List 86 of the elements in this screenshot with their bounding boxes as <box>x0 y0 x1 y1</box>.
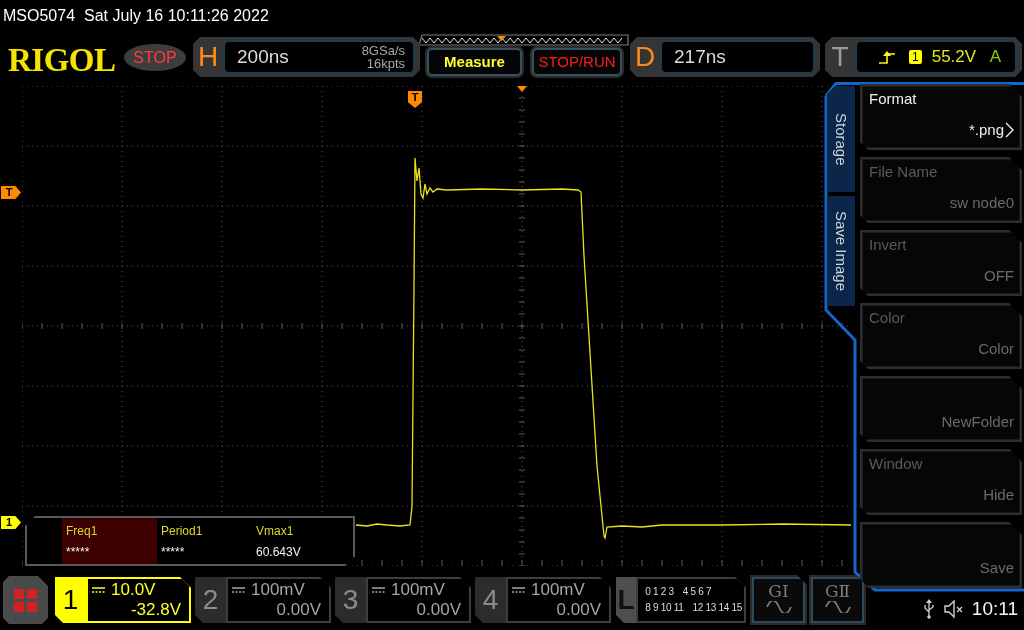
measurement-label: Vmax1 <box>256 523 295 539</box>
channel-scale: 100mV <box>391 580 445 600</box>
channel-tile[interactable]: 4 100mV 0.00V <box>475 577 611 623</box>
measurement-value: 60.643V <box>256 544 302 560</box>
logic-tile[interactable]: L 0 1 2 3 4 5 6 7 8 9 10 11 12 13 14 15 <box>616 577 746 623</box>
channel-offset: 0.00V <box>555 600 601 620</box>
menu-item-label: Invert <box>869 235 908 255</box>
measurement-label: Period1 <box>161 523 204 539</box>
menu-item[interactable]: Format *.png <box>860 84 1022 150</box>
delay-tile[interactable]: D 217ns <box>630 37 820 77</box>
measurement-value: ***** <box>161 544 186 560</box>
digital-channel-labels: 12 13 14 15 <box>692 601 742 615</box>
horizontal-tile[interactable]: H 200ns 8GSa/s 16kpts <box>193 37 420 77</box>
channel-tile[interactable]: 3 100mV 0.00V <box>335 577 471 623</box>
menu-path-tab[interactable]: Save Image <box>827 196 855 306</box>
measurement-item[interactable]: Period1 ***** <box>157 518 252 564</box>
date-time: Sat July 16 10:11:26 2022 <box>84 6 269 26</box>
channel-scale: 100mV <box>251 580 305 600</box>
digital-channel-labels: 0 1 2 3 <box>645 585 674 599</box>
triangle-marker-icon <box>517 86 527 92</box>
menu-item-value: Save <box>979 558 1014 578</box>
menu-path-tab[interactable]: Storage <box>827 86 855 192</box>
brand-logo: RIGOL <box>8 43 117 77</box>
measurement-item[interactable]: Vmax1 60.643V <box>252 518 347 564</box>
menu-item-label: Window <box>869 454 924 474</box>
rising-edge-icon <box>879 50 895 64</box>
channel-offset: 0.00V <box>275 600 321 620</box>
generator-label: GⅡ <box>824 581 851 601</box>
sweep-mode: A <box>989 46 1001 69</box>
tile-letter: D <box>633 41 657 73</box>
run-status-indicator: STOP <box>124 44 186 71</box>
dc-coupling-icon <box>512 587 525 593</box>
model-name: MSO5074 <box>3 6 76 26</box>
memory-depth: 16kpts <box>365 57 405 70</box>
channel-number: 1 <box>61 583 80 617</box>
dc-coupling-icon <box>92 587 105 593</box>
channel-tile[interactable]: 2 100mV 0.00V <box>195 577 331 623</box>
trigger-tile[interactable]: T 1 55.2V A <box>825 37 1022 77</box>
menu-item-value: NewFolder <box>941 412 1014 432</box>
generator-label: GⅠ <box>768 581 789 601</box>
measurement-item[interactable]: Freq1 ***** <box>62 518 157 564</box>
logic-letter: L <box>616 583 636 617</box>
delay-value: 217ns <box>674 44 726 69</box>
tile-letter: T <box>830 41 850 73</box>
generator-button[interactable]: GⅠ <box>752 577 805 623</box>
speaker-muted-icon[interactable] <box>943 600 963 618</box>
usb-icon <box>922 599 935 619</box>
menu-item-value: *.png <box>968 120 1004 140</box>
channel-scale: 10.0V <box>111 580 156 600</box>
generator-button[interactable]: GⅡ <box>811 577 864 623</box>
channel-scale: 100mV <box>531 580 585 600</box>
menu-item-value: Color <box>978 339 1014 359</box>
sample-rate: 8GSa/s <box>361 44 405 57</box>
channel-offset: -32.8V <box>129 600 181 620</box>
menu-item-value: OFF <box>984 266 1014 286</box>
menu-item-value: sw node0 <box>949 193 1014 213</box>
channel-tile[interactable]: 1 10.0V -32.8V <box>55 577 191 623</box>
apps-grid-icon <box>14 588 37 612</box>
triangle-marker-icon <box>497 36 506 41</box>
menu-button[interactable] <box>3 576 48 624</box>
menu-item-value: Hide <box>983 485 1014 505</box>
channel-number: 4 <box>481 583 500 617</box>
channel-number: 2 <box>201 583 220 617</box>
dc-coupling-icon <box>232 587 245 593</box>
trigger-source-badge: 1 <box>909 50 922 64</box>
channel-offset: 0.00V <box>415 600 461 620</box>
sine-wave-icon <box>765 601 792 613</box>
trigger-level: 55.2V <box>931 46 977 69</box>
sine-wave-icon <box>824 601 851 613</box>
menu-item-label: Format <box>869 89 918 109</box>
menu-item-label: File Name <box>869 162 939 182</box>
measurement-label: Freq1 <box>66 523 99 539</box>
measurement-value: ***** <box>66 544 91 560</box>
menu-item-label: Color <box>869 308 906 328</box>
trigger-position-marker[interactable]: T <box>408 91 422 108</box>
dc-coupling-icon <box>372 587 385 593</box>
measure-button[interactable]: Measure <box>427 48 522 76</box>
timebase-value: 200ns <box>237 44 289 69</box>
digital-channel-labels: 4 5 6 7 <box>682 585 712 599</box>
channel-marker[interactable]: 1 <box>1 516 21 529</box>
stop-run-button[interactable]: STOP/RUN <box>532 48 622 76</box>
trigger-level-marker[interactable]: T <box>1 186 21 199</box>
digital-channel-labels: 8 9 10 11 <box>645 601 684 615</box>
tile-letter: H <box>196 41 220 73</box>
channel-number: 3 <box>341 583 360 617</box>
status-time: 10:11 <box>971 598 1018 620</box>
